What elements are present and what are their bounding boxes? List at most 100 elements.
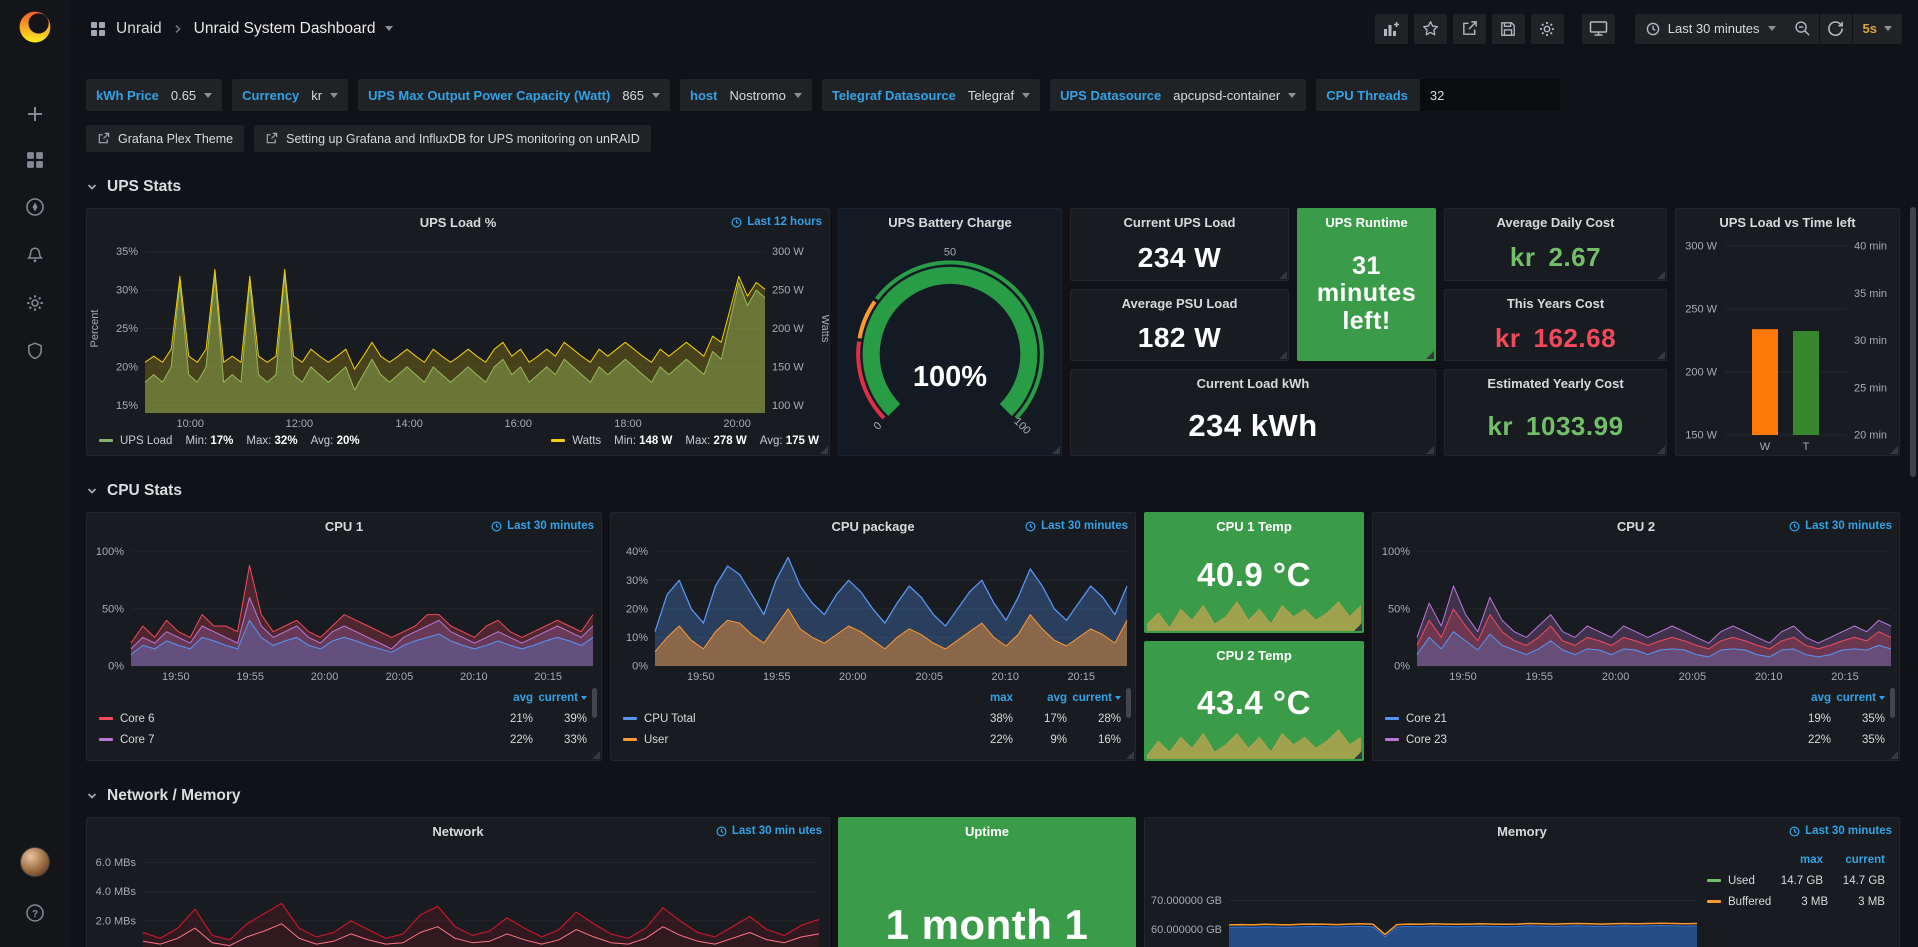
- grafana-logo[interactable]: [16, 8, 54, 51]
- panel-title[interactable]: UPS Battery Charge: [888, 215, 1012, 230]
- panel-title[interactable]: CPU 2 Temp: [1216, 648, 1292, 663]
- memory-chart[interactable]: 50.000000 GB60.000000 GB70.000000 GB19:5…: [1145, 845, 1703, 947]
- series-toggle[interactable]: Core 7: [99, 734, 479, 746]
- panel-title[interactable]: Estimated Yearly Cost: [1487, 376, 1623, 391]
- panel-title[interactable]: Average Daily Cost: [1496, 215, 1614, 230]
- series-toggle[interactable]: Core 23: [1385, 734, 1777, 746]
- panel-title[interactable]: Uptime: [965, 824, 1009, 839]
- panel-time-range[interactable]: Last 30 minutes: [1789, 825, 1892, 837]
- panel-title[interactable]: UPS Load %: [420, 215, 497, 230]
- section-network-memory[interactable]: Network / Memory: [86, 787, 1900, 805]
- share-button[interactable]: [1453, 14, 1486, 44]
- legend-scrollbar[interactable]: [1126, 688, 1131, 718]
- legend-scrollbar[interactable]: [592, 688, 597, 718]
- panel-title[interactable]: Average PSU Load: [1122, 296, 1238, 311]
- zoom-out-button[interactable]: [1787, 14, 1820, 44]
- section-ups-stats[interactable]: UPS Stats: [86, 178, 1900, 196]
- series-toggle[interactable]: User: [623, 734, 959, 746]
- link-grafana-plex-theme[interactable]: Grafana Plex Theme: [86, 125, 244, 152]
- breadcrumb-folder[interactable]: Unraid: [116, 20, 162, 38]
- star-button[interactable]: [1414, 14, 1447, 44]
- series-toggle[interactable]: Used: [1707, 875, 1761, 887]
- chevron-down-icon: [330, 93, 338, 98]
- kiosk-monitor-button[interactable]: [1582, 14, 1615, 44]
- variable-ups-max-output[interactable]: UPS Max Output Power Capacity (Watt) 865: [358, 79, 670, 111]
- series-swatch: [99, 717, 113, 720]
- variable-cpu-threads[interactable]: CPU Threads 32: [1316, 79, 1560, 111]
- panel-title[interactable]: CPU 2: [1617, 519, 1655, 534]
- panel-title[interactable]: CPU 1: [325, 519, 363, 534]
- cpu1-chart[interactable]: 0%50%100%19:5019:5520:0020:0520:1020:15: [87, 540, 601, 684]
- network-chart[interactable]: 2.0 MBs4.0 MBs6.0 MBs19:5019:5520:0020:0…: [87, 845, 829, 947]
- scrollbar-thumb[interactable]: [1910, 207, 1916, 477]
- chevron-down-icon: [794, 93, 802, 98]
- cpu2-temp-sparkline: [1145, 726, 1363, 760]
- time-range-picker[interactable]: Last 30 minutes: [1635, 14, 1787, 44]
- dashboards-icon[interactable]: [26, 151, 44, 169]
- panel-title[interactable]: Current Load kWh: [1197, 376, 1310, 391]
- legend-item[interactable]: Watts Min: 148 W Max: 278 W Avg: 175 W: [551, 435, 819, 447]
- panel-time-range[interactable]: Last 12 hours: [731, 216, 822, 228]
- panel-title[interactable]: UPS Load vs Time left: [1719, 215, 1855, 230]
- chevron-down-icon: [86, 181, 98, 193]
- series-toggle[interactable]: Buffered: [1707, 896, 1771, 908]
- save-button[interactable]: [1492, 14, 1525, 44]
- svg-text:6.0 MBs: 6.0 MBs: [96, 857, 137, 869]
- create-icon[interactable]: [26, 105, 44, 123]
- configuration-gear-icon[interactable]: [25, 293, 45, 313]
- apps-grid-icon[interactable]: [90, 21, 106, 37]
- ups-load-vs-time-chart[interactable]: 150 W200 W250 W300 W20 min25 min30 min35…: [1676, 236, 1899, 455]
- panel-time-range[interactable]: Last 30 minutes: [1789, 520, 1892, 532]
- panel-title[interactable]: This Years Cost: [1507, 296, 1604, 311]
- ups-load-chart[interactable]: 15%20%25%30%35%100 W150 W200 W250 W300 W…: [87, 236, 829, 431]
- add-panel-button[interactable]: [1375, 14, 1408, 44]
- legend-item[interactable]: UPS Load Min: 17% Max: 32% Avg: 20%: [99, 435, 360, 447]
- series-toggle[interactable]: Core 21: [1385, 713, 1777, 725]
- panel-title[interactable]: CPU 1 Temp: [1216, 519, 1292, 534]
- svg-text:100%: 100%: [1382, 546, 1410, 558]
- variable-host[interactable]: host Nostromo: [680, 79, 812, 111]
- help-icon[interactable]: ?: [25, 903, 45, 923]
- chevron-down-icon[interactable]: [385, 26, 393, 31]
- svg-text:19:55: 19:55: [1526, 671, 1554, 683]
- refresh-interval-picker[interactable]: 5s: [1853, 14, 1902, 44]
- series-toggle[interactable]: Core 6: [99, 713, 479, 725]
- legend-scrollbar[interactable]: [1890, 688, 1895, 718]
- server-admin-shield-icon[interactable]: [25, 341, 45, 361]
- clock-icon: [1646, 22, 1660, 36]
- panel-title[interactable]: Current UPS Load: [1124, 215, 1236, 230]
- link-ups-monitoring-guide[interactable]: Setting up Grafana and InfluxDB for UPS …: [254, 125, 651, 152]
- panel-title[interactable]: Network: [432, 824, 483, 839]
- explore-compass-icon[interactable]: [25, 197, 45, 217]
- legend: maxavgcurrent CPU Total 38% 17% 28% User…: [611, 684, 1135, 760]
- variable-ups-datasource[interactable]: UPS Datasource apcupsd-container: [1050, 79, 1306, 111]
- variable-currency[interactable]: Currency kr: [232, 79, 348, 111]
- cpu2-chart[interactable]: 0%50%100%19:5019:5520:0020:0520:1020:15: [1373, 540, 1899, 684]
- cpu-threads-input[interactable]: 32: [1420, 79, 1560, 111]
- page-scrollbar[interactable]: [1908, 57, 1918, 947]
- svg-text:20:00: 20:00: [839, 671, 867, 683]
- panel-title[interactable]: CPU package: [831, 519, 914, 534]
- alerting-bell-icon[interactable]: [25, 245, 45, 265]
- section-cpu-stats[interactable]: CPU Stats: [86, 482, 1900, 500]
- battery-gauge[interactable]: 050100: [839, 236, 1061, 455]
- svg-text:35 min: 35 min: [1854, 288, 1887, 300]
- svg-text:19:50: 19:50: [687, 671, 715, 683]
- svg-text:30 min: 30 min: [1854, 335, 1887, 347]
- panel-time-range[interactable]: Last 30 minutes: [491, 520, 594, 532]
- panel-title[interactable]: UPS Runtime: [1325, 215, 1407, 230]
- refresh-button[interactable]: [1820, 14, 1853, 44]
- variable-kwh-price[interactable]: kWh Price 0.65: [86, 79, 222, 111]
- user-avatar[interactable]: [20, 847, 50, 877]
- panel-time-range[interactable]: Last 30 minutes: [1025, 520, 1128, 532]
- variable-telegraf-datasource[interactable]: Telegraf Datasource Telegraf: [822, 79, 1040, 111]
- sort-caret-icon: [581, 696, 587, 700]
- svg-text:W: W: [1760, 441, 1771, 453]
- panel-time-range[interactable]: Last 30 min utes: [716, 825, 822, 837]
- panel-title[interactable]: Memory: [1497, 824, 1547, 839]
- dashboard-settings-button[interactable]: [1531, 14, 1564, 44]
- svg-text:200 W: 200 W: [772, 323, 804, 335]
- cpu-package-chart[interactable]: 0%10%20%30%40%19:5019:5520:0020:0520:102…: [611, 540, 1135, 684]
- breadcrumb-dashboard-title[interactable]: Unraid System Dashboard: [194, 20, 376, 38]
- series-toggle[interactable]: CPU Total: [623, 713, 959, 725]
